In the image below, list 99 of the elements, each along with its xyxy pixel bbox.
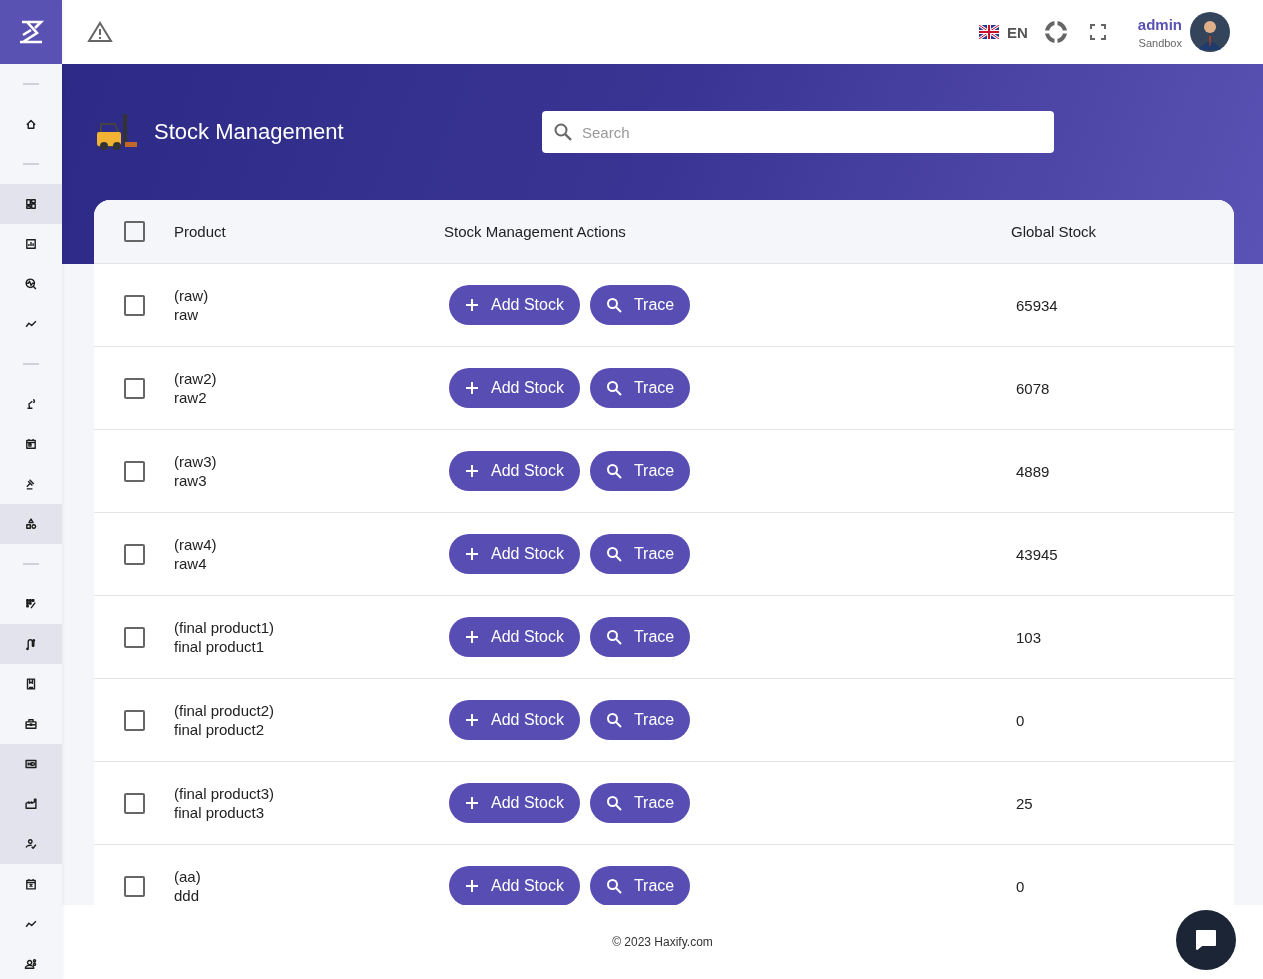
plus-icon — [465, 879, 479, 893]
search-icon — [605, 380, 622, 396]
stock-value: 4889 — [1016, 462, 1051, 480]
book-icon — [24, 677, 38, 691]
row-checkbox[interactable] — [123, 875, 145, 897]
add-stock-button[interactable]: Add Stock — [449, 534, 580, 574]
trace-button[interactable]: Trace — [589, 700, 691, 740]
product-name: final product1 — [174, 638, 266, 655]
stock-value: 65934 — [1016, 296, 1059, 314]
user-name[interactable]: admin — [1137, 15, 1182, 33]
row-checkbox[interactable] — [123, 294, 145, 316]
product-name: final product3 — [174, 804, 266, 821]
trace-button[interactable]: Trace — [589, 368, 691, 408]
shapes-icon — [24, 517, 38, 531]
row-checkbox[interactable] — [123, 543, 145, 565]
copyright-text: © 2023 Haxify.com — [612, 935, 713, 949]
trace-button[interactable]: Trace — [589, 534, 691, 574]
select-all-checkbox[interactable] — [123, 221, 145, 242]
trace-button[interactable]: Trace — [589, 866, 691, 905]
hd-icon — [24, 757, 38, 771]
search-field[interactable]: Search — [542, 111, 1054, 153]
avatar-icon[interactable] — [1190, 12, 1230, 52]
product-code: (raw) — [174, 287, 210, 304]
product-name: ddd — [174, 887, 201, 904]
stock-value: 43945 — [1016, 545, 1059, 563]
add-stock-button[interactable]: Add Stock — [449, 451, 580, 491]
flag-icon — [978, 25, 999, 39]
search-icon — [553, 122, 573, 142]
plus-icon — [465, 298, 479, 312]
search-icon — [605, 878, 622, 894]
logo-icon[interactable] — [0, 0, 62, 64]
row-checkbox[interactable] — [123, 709, 145, 731]
home-icon — [24, 117, 38, 131]
plus-icon — [465, 547, 479, 561]
trace-button[interactable]: Trace — [589, 451, 691, 491]
person-check-icon — [24, 837, 38, 851]
product-code: (raw3) — [174, 453, 218, 470]
calendar-icon — [24, 437, 38, 451]
warning-icon[interactable] — [87, 21, 113, 43]
product-code: (raw4) — [174, 536, 218, 553]
route-icon — [24, 637, 38, 651]
add-stock-button[interactable]: Add Stock — [449, 783, 580, 823]
trace-button[interactable]: Trace — [589, 783, 691, 823]
product-code: (final product1) — [174, 619, 276, 636]
stock-value: 103 — [1016, 628, 1043, 646]
product-name: raw4 — [174, 555, 208, 572]
add-stock-button[interactable]: Add Stock — [449, 285, 580, 325]
search-icon — [605, 297, 622, 313]
search-icon — [605, 546, 622, 562]
plus-icon — [465, 464, 479, 478]
calendar-x-icon — [24, 877, 38, 891]
search-icon — [605, 712, 622, 728]
sidebar-item[interactable] — [0, 184, 62, 224]
bar-chart-icon — [24, 237, 38, 251]
briefcase-icon — [24, 717, 38, 731]
trace-button[interactable]: Trace — [589, 617, 691, 657]
product-name: raw3 — [174, 472, 208, 489]
lifebuoy-icon[interactable] — [1043, 20, 1068, 44]
product-code: (raw2) — [174, 370, 218, 387]
stock-value: 0 — [1016, 711, 1026, 729]
row-checkbox[interactable] — [123, 626, 145, 648]
plus-icon — [465, 630, 479, 644]
row-checkbox[interactable] — [123, 460, 145, 482]
search-icon — [605, 795, 622, 811]
dashboard-icon — [24, 197, 38, 211]
add-stock-button[interactable]: Add Stock — [449, 700, 580, 740]
column-header: Product — [174, 223, 227, 240]
plus-icon — [465, 713, 479, 727]
chat-icon — [1194, 929, 1218, 951]
product-name: raw — [174, 306, 200, 323]
row-checkbox[interactable] — [123, 377, 145, 399]
stock-value: 25 — [1016, 794, 1034, 812]
product-name: raw2 — [174, 389, 208, 406]
search-icon — [605, 629, 622, 645]
plus-icon — [465, 381, 479, 395]
grid-edit-icon — [24, 597, 38, 611]
product-code: (aa) — [174, 868, 202, 885]
forklift-icon — [95, 112, 139, 152]
search-icon — [605, 463, 622, 479]
engineer-icon — [24, 957, 38, 971]
add-stock-button[interactable]: Add Stock — [449, 617, 580, 657]
row-checkbox[interactable] — [123, 792, 145, 814]
stock-value: 6078 — [1016, 379, 1051, 397]
column-header: Global Stock — [1011, 223, 1098, 240]
analytics-search-icon — [24, 277, 38, 291]
stock-value: 0 — [1016, 877, 1026, 895]
product-code: (final product2) — [174, 702, 276, 719]
plus-icon — [465, 796, 479, 810]
add-stock-button[interactable]: Add Stock — [449, 368, 580, 408]
column-header: Stock Management Actions — [444, 223, 627, 240]
page-title: Stock Management — [154, 119, 344, 145]
factory-icon — [24, 797, 38, 811]
user-role: Sandbox — [1137, 36, 1182, 49]
product-name: final product2 — [174, 721, 266, 738]
fullscreen-icon[interactable] — [1089, 24, 1106, 40]
add-stock-button[interactable]: Add Stock — [449, 866, 580, 905]
trace-button[interactable]: Trace — [589, 285, 691, 325]
product-code: (final product3) — [174, 785, 276, 802]
language-selector[interactable]: EN — [978, 23, 1028, 41]
